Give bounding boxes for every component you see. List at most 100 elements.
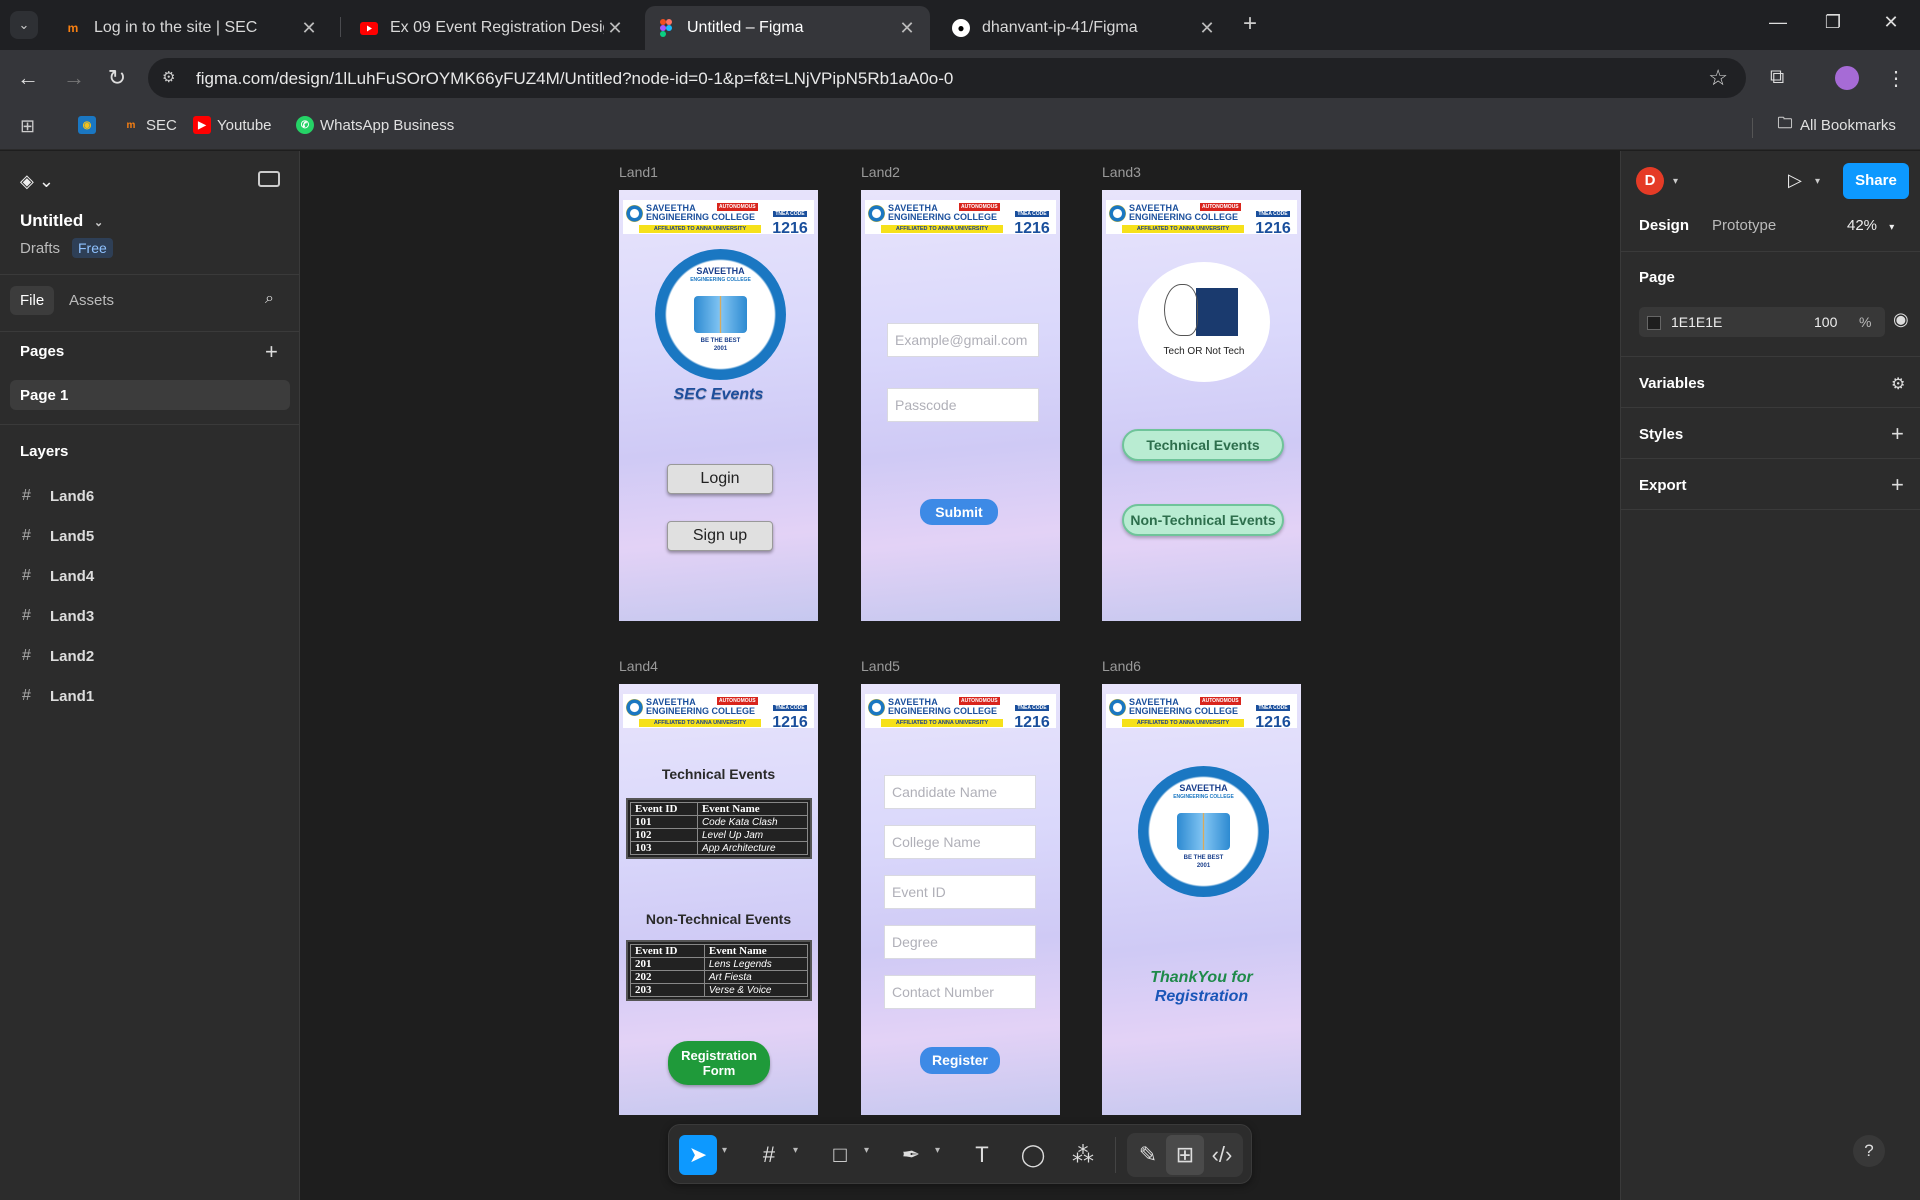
help-question-icon[interactable]: ? xyxy=(1853,1135,1885,1167)
minimize-icon[interactable]: — xyxy=(1766,12,1790,33)
frame-land4[interactable]: SAVEETHA ENGINEERING COLLEGE AUTONOMOUS … xyxy=(619,684,818,1115)
reload-icon[interactable]: ↻ xyxy=(103,64,131,92)
user-avatar[interactable]: D xyxy=(1636,167,1664,195)
toggle-sidebar-icon[interactable] xyxy=(258,171,280,187)
passcode-field[interactable]: Passcode xyxy=(887,388,1039,422)
bookmark-whatsapp[interactable]: ✆ WhatsApp Business xyxy=(296,116,454,134)
frame-land3[interactable]: SAVEETHA ENGINEERING COLLEGE AUTONOMOUS … xyxy=(1102,190,1301,621)
college-name-field[interactable]: College Name xyxy=(884,825,1036,859)
add-export-plus-icon[interactable]: + xyxy=(1891,474,1904,496)
tab-prototype[interactable]: Prototype xyxy=(1712,217,1776,234)
tab-design[interactable]: Design xyxy=(1639,217,1689,234)
file-title[interactable]: Untitled ⌄ xyxy=(20,211,103,231)
technical-events-button[interactable]: Technical Events xyxy=(1122,429,1284,461)
layer-land4[interactable]: # Land4 xyxy=(22,567,94,585)
layer-land5[interactable]: # Land5 xyxy=(22,527,94,545)
variables-settings-icon[interactable]: ⚙ xyxy=(1891,374,1905,394)
add-style-plus-icon[interactable]: + xyxy=(1891,423,1904,445)
share-button[interactable]: Share xyxy=(1843,163,1909,199)
bookmark-sec[interactable]: m SEC xyxy=(122,116,177,134)
register-button[interactable]: Register xyxy=(920,1047,1000,1074)
all-bookmarks[interactable]: 🗀 All Bookmarks xyxy=(1776,115,1895,134)
frame-label-land3[interactable]: Land3 xyxy=(1102,164,1141,180)
close-tab-icon[interactable]: ✕ xyxy=(896,18,918,39)
zoom-level[interactable]: 42% ▾ xyxy=(1847,217,1894,234)
page-opacity[interactable]: 100 xyxy=(1814,314,1837,330)
extensions-puzzle-icon[interactable]: ⧉ xyxy=(1770,66,1784,89)
layer-land1[interactable]: # Land1 xyxy=(22,687,94,705)
new-tab-plus-icon[interactable]: + xyxy=(1243,12,1257,36)
chevron-down-icon[interactable]: ▾ xyxy=(793,1145,798,1156)
add-page-plus-icon[interactable]: + xyxy=(265,341,278,363)
visibility-eye-icon[interactable]: ◉ xyxy=(1893,309,1909,330)
contact-number-field[interactable]: Contact Number xyxy=(884,975,1036,1009)
text-tool-icon[interactable]: T xyxy=(963,1135,1001,1175)
drafts-label[interactable]: Drafts xyxy=(20,240,60,257)
tab-sec-login[interactable]: m Log in to the site | SEC ✕ xyxy=(52,6,332,50)
frame-label-land5[interactable]: Land5 xyxy=(861,658,900,674)
chevron-down-icon[interactable]: ▾ xyxy=(1815,176,1820,187)
tab-assets[interactable]: Assets xyxy=(59,286,124,315)
frame-land1[interactable]: SAVEETHA ENGINEERING COLLEGE AUTONOMOUS … xyxy=(619,190,818,621)
draw-mode-icon[interactable]: ✎ xyxy=(1129,1135,1167,1175)
site-settings-icon[interactable]: ⚙ xyxy=(162,68,184,88)
bookmark-sec-logo[interactable]: ◉ xyxy=(78,116,102,134)
event-id-field[interactable]: Event ID xyxy=(884,875,1036,909)
forward-arrow-icon[interactable]: → xyxy=(60,64,88,92)
figma-canvas[interactable]: Land1 Land2 Land3 Land4 Land5 Land6 SAVE… xyxy=(301,151,1620,1200)
page-color-field[interactable]: 1E1E1E 100 % xyxy=(1639,307,1885,337)
address-bar[interactable]: ⚙ figma.com/design/1lLuhFuSOrOYMK66yFUZ4… xyxy=(148,58,1746,98)
tab-search-chevron-icon[interactable]: ⌄ xyxy=(10,11,38,39)
close-window-icon[interactable]: ✕ xyxy=(1879,12,1903,33)
registration-form-button[interactable]: Registration Form xyxy=(668,1041,770,1085)
figma-main-menu-icon[interactable]: ◈ ⌄ xyxy=(20,171,54,192)
frame-land2[interactable]: SAVEETHA ENGINEERING COLLEGE AUTONOMOUS … xyxy=(861,190,1060,621)
frame-land5[interactable]: SAVEETHA ENGINEERING COLLEGE AUTONOMOUS … xyxy=(861,684,1060,1115)
profile-avatar[interactable] xyxy=(1835,66,1859,90)
back-arrow-icon[interactable]: ← xyxy=(14,64,42,92)
comment-tool-icon[interactable]: ◯ xyxy=(1014,1135,1052,1175)
close-tab-icon[interactable]: ✕ xyxy=(604,18,626,39)
present-play-icon[interactable]: ▷ xyxy=(1788,170,1802,191)
layer-land2[interactable]: # Land2 xyxy=(22,647,94,665)
tab-github[interactable]: ● dhanvant-ip-41/Figma ✕ xyxy=(940,6,1230,50)
design-mode-icon[interactable]: ⊞ xyxy=(1166,1135,1204,1175)
close-tab-icon[interactable]: ✕ xyxy=(1196,18,1218,39)
apps-grid-icon[interactable]: ⊞ xyxy=(20,116,35,137)
email-field[interactable]: Example@gmail.com xyxy=(887,323,1039,357)
frame-label-land2[interactable]: Land2 xyxy=(861,164,900,180)
close-tab-icon[interactable]: ✕ xyxy=(298,18,320,39)
browser-menu-icon[interactable]: ⋮ xyxy=(1886,66,1906,91)
layer-land6[interactable]: # Land6 xyxy=(22,487,94,505)
chevron-down-icon[interactable]: ▾ xyxy=(722,1145,727,1156)
chevron-down-icon[interactable]: ▾ xyxy=(935,1145,940,1156)
signup-button[interactable]: Sign up xyxy=(667,521,773,551)
tab-figma-active[interactable]: Untitled – Figma ✕ xyxy=(645,6,930,50)
url-text[interactable]: figma.com/design/1lLuhFuSOrOYMK66yFUZ4M/… xyxy=(196,69,953,89)
dev-mode-code-icon[interactable]: ‹/› xyxy=(1203,1135,1241,1175)
actions-tool-icon[interactable]: ⁂ xyxy=(1064,1135,1102,1175)
search-icon[interactable]: ⌕ xyxy=(265,290,274,308)
submit-button[interactable]: Submit xyxy=(920,499,998,525)
color-swatch[interactable] xyxy=(1647,316,1661,330)
chevron-down-icon[interactable]: ▾ xyxy=(864,1145,869,1156)
candidate-name-field[interactable]: Candidate Name xyxy=(884,775,1036,809)
tab-youtube-video[interactable]: Ex 09 Event Registration Design ✕ xyxy=(348,6,638,50)
restore-icon[interactable]: ❐ xyxy=(1821,12,1845,33)
move-tool-cursor-icon[interactable]: ➤ xyxy=(679,1135,717,1175)
frame-label-land6[interactable]: Land6 xyxy=(1102,658,1141,674)
frame-land6[interactable]: SAVEETHA ENGINEERING COLLEGE AUTONOMOUS … xyxy=(1102,684,1301,1115)
bookmark-star-icon[interactable]: ☆ xyxy=(1708,65,1728,91)
chevron-down-icon[interactable]: ▾ xyxy=(1673,176,1678,187)
degree-field[interactable]: Degree xyxy=(884,925,1036,959)
frame-label-land4[interactable]: Land4 xyxy=(619,658,658,674)
login-button[interactable]: Login xyxy=(667,464,773,494)
non-technical-events-button[interactable]: Non-Technical Events xyxy=(1122,504,1284,536)
frame-tool-icon[interactable]: # xyxy=(750,1135,788,1175)
layer-land3[interactable]: # Land3 xyxy=(22,607,94,625)
pen-tool-icon[interactable]: ✒ xyxy=(892,1135,930,1175)
tab-file[interactable]: File xyxy=(10,286,55,315)
variables-heading[interactable]: Variables xyxy=(1639,375,1705,392)
frame-label-land1[interactable]: Land1 xyxy=(619,164,658,180)
page-color-hex[interactable]: 1E1E1E xyxy=(1671,314,1722,330)
